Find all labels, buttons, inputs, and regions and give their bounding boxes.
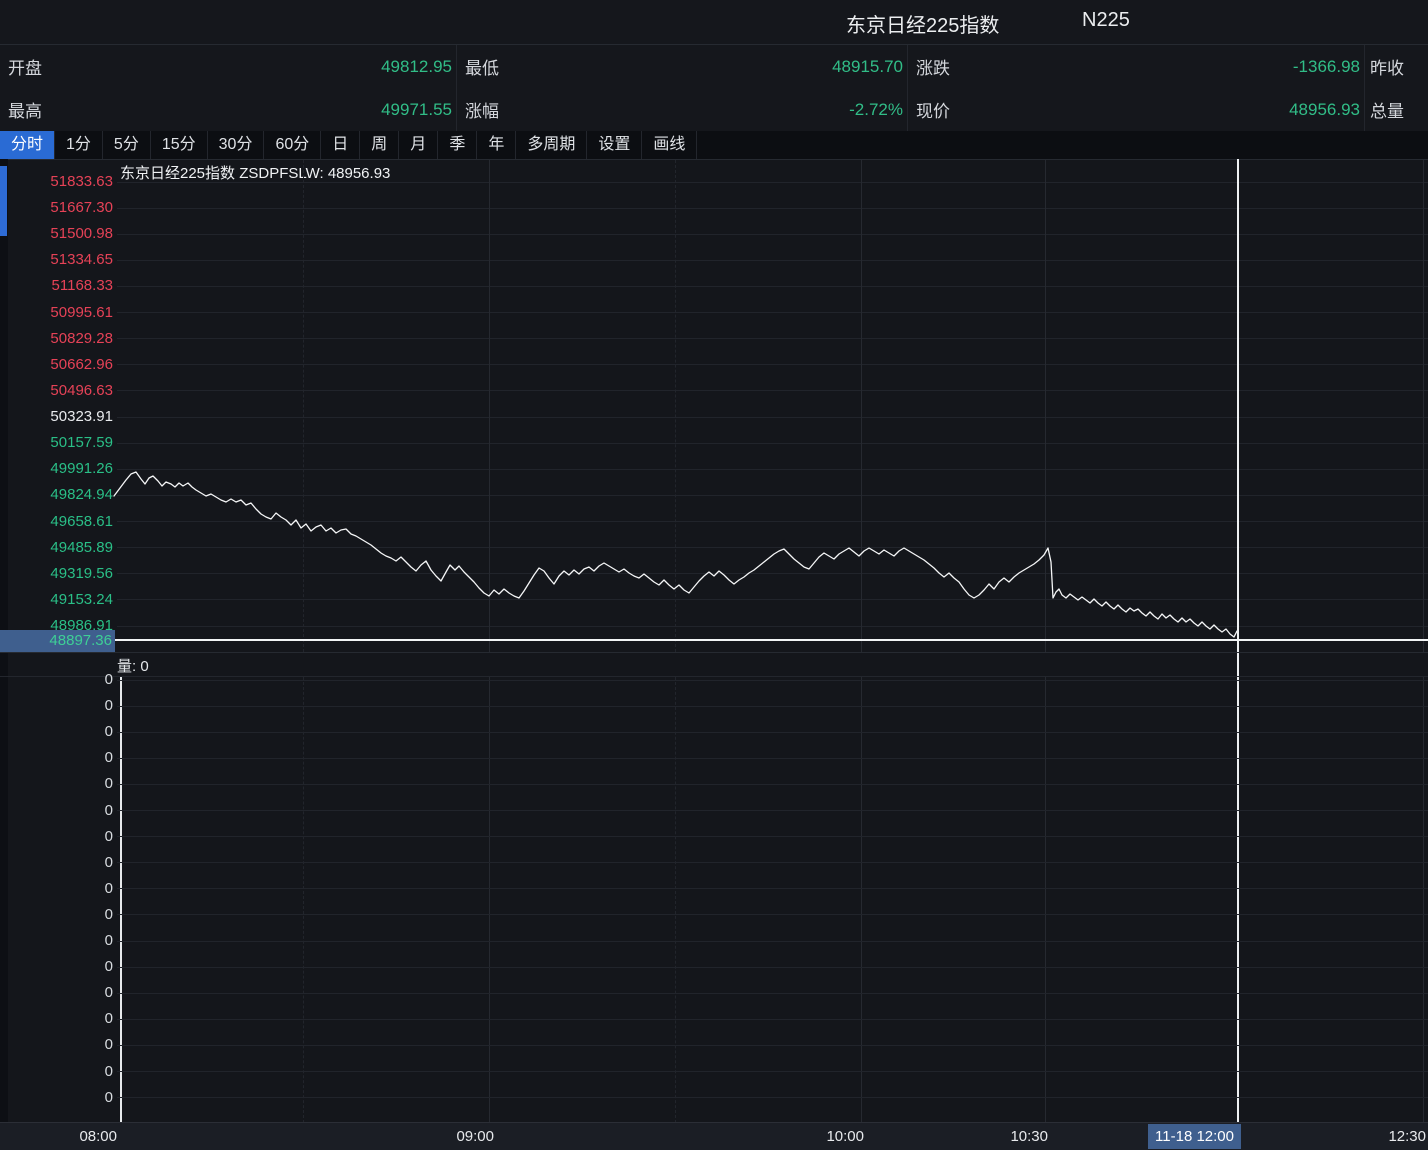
tab-年[interactable]: 年 (477, 131, 516, 159)
time-gridline-v (861, 677, 862, 1123)
x-axis-label: 09:00 (456, 1127, 494, 1147)
cursor-time-label: 11-18 12:00 (1148, 1124, 1241, 1149)
scrollbar-thumb[interactable] (0, 166, 7, 236)
volume-axis-label: 0 (0, 697, 113, 715)
time-gridline-v (1423, 677, 1424, 1123)
tab-季[interactable]: 季 (438, 131, 477, 159)
volume-axis-label: 0 (0, 775, 113, 793)
tab-分时[interactable]: 分时 (0, 131, 55, 159)
volume-gridline-h (117, 836, 1428, 837)
tab-5分[interactable]: 5分 (103, 131, 151, 159)
volume-header: 量: 0 (0, 652, 1428, 677)
volume-axis-label: 0 (0, 932, 113, 950)
stat-change-pct-value: -2.72% (849, 100, 903, 120)
volume-gridline-h (117, 993, 1428, 994)
stat-high-label: 最高 (8, 97, 42, 122)
volume-axis-label: 0 (0, 723, 113, 741)
stat-high: 最高 49971.55 (0, 88, 457, 131)
tab-15分[interactable]: 15分 (151, 131, 208, 159)
volume-axis-label: 0 (0, 854, 113, 872)
quote-stats-panel: 开盘 49812.95 最低 48915.70 涨跌 -1366.98 昨收 最… (0, 45, 1428, 132)
index-name: 东京日经225指数 (846, 9, 999, 38)
tab-多周期[interactable]: 多周期 (516, 131, 587, 159)
stat-low: 最低 48915.70 (457, 45, 908, 88)
stat-high-value: 49971.55 (381, 100, 452, 120)
volume-gridline-h (117, 1097, 1428, 1098)
stats-row-1: 开盘 49812.95 最低 48915.70 涨跌 -1366.98 昨收 (0, 45, 1428, 88)
stat-low-value: 48915.70 (832, 57, 903, 77)
volume-axis-line (120, 677, 122, 1122)
volume-gridline-h (117, 732, 1428, 733)
volume-axis-label: 0 (0, 802, 113, 820)
volume-axis-label: 0 (0, 958, 113, 976)
stat-low-label: 最低 (465, 54, 499, 79)
stat-prev-close-label: 昨收 (1370, 54, 1404, 79)
volume-pane[interactable]: 00000000000000000 (0, 676, 1428, 1123)
volume-gridline-h (117, 1045, 1428, 1046)
volume-axis-label: 0 (0, 1036, 113, 1054)
volume-gridline-h (117, 888, 1428, 889)
time-gridline-v (489, 677, 490, 1123)
volume-gridline-h (117, 680, 1428, 681)
x-axis-label: 10:00 (826, 1127, 864, 1147)
volume-axis-label: 0 (0, 906, 113, 924)
time-axis: 08:00 09:00 10:00 10:30 11-18 12:00 12:30 (0, 1122, 1428, 1150)
volume-gridline-h (117, 706, 1428, 707)
volume-axis-label: 0 (0, 749, 113, 767)
stat-open: 开盘 49812.95 (0, 45, 457, 88)
stat-total-volume-label: 总量 (1370, 97, 1404, 122)
last-price-line (115, 639, 1428, 641)
x-axis-label: 08:00 (79, 1127, 117, 1147)
volume-readout: 量: 0 (117, 655, 149, 676)
x-axis-label: 10:30 (1010, 1127, 1048, 1147)
stat-change-label: 涨跌 (916, 54, 950, 79)
stat-open-value: 49812.95 (381, 57, 452, 77)
volume-gridline-h (117, 1019, 1428, 1020)
volume-gridline-h (117, 862, 1428, 863)
stat-open-label: 开盘 (8, 54, 42, 79)
stat-last-value: 48956.93 (1289, 100, 1360, 120)
tab-60分[interactable]: 60分 (264, 131, 321, 159)
stat-change-pct-label: 涨幅 (465, 97, 499, 122)
stat-change: 涨跌 -1366.98 (908, 45, 1365, 88)
cursor-price-label: 48897.36 (0, 630, 115, 652)
volume-axis-label: 0 (0, 671, 113, 689)
volume-axis-label: 0 (0, 984, 113, 1002)
volume-axis-label: 0 (0, 1063, 113, 1081)
volume-gridline-h (117, 1071, 1428, 1072)
volume-gridline-h (117, 810, 1428, 811)
tab-月[interactable]: 月 (399, 131, 438, 159)
tab-1分[interactable]: 1分 (55, 131, 103, 159)
tab-周[interactable]: 周 (360, 131, 399, 159)
title-bar: 东京日经225指数 N225 (0, 0, 1428, 45)
stats-row-2: 最高 49971.55 涨幅 -2.72% 现价 48956.93 总量 (0, 88, 1428, 131)
stat-prev-close: 昨收 (1365, 45, 1428, 88)
volume-gridline-h (117, 758, 1428, 759)
volume-gridline-h (117, 941, 1428, 942)
volume-axis-label: 0 (0, 1010, 113, 1028)
volume-axis-label: 0 (0, 880, 113, 898)
x-axis-label: 12:30 (1388, 1127, 1426, 1147)
tab-日[interactable]: 日 (321, 131, 360, 159)
time-gridline-v (1045, 677, 1046, 1123)
stat-total-volume: 总量 (1365, 88, 1428, 131)
time-gridline-v (675, 677, 677, 1123)
stat-last-label: 现价 (916, 97, 950, 122)
price-polyline (114, 472, 1237, 637)
volume-axis-label: 0 (0, 1089, 113, 1107)
stat-change-value: -1366.98 (1293, 57, 1360, 77)
period-tab-bar: 分时1分5分15分30分60分日周月季年多周期设置画线 (0, 131, 1428, 160)
index-symbol: N225 (1082, 9, 1130, 32)
volume-axis-label: 0 (0, 828, 113, 846)
volume-gridline-h (117, 914, 1428, 915)
volume-gridline-h (117, 784, 1428, 785)
stat-last: 现价 48956.93 (908, 88, 1365, 131)
volume-gridline-h (117, 967, 1428, 968)
tab-画线[interactable]: 画线 (642, 131, 697, 159)
tab-设置[interactable]: 设置 (587, 131, 642, 159)
price-line-chart (0, 159, 1428, 652)
time-gridline-v (303, 677, 305, 1123)
tab-30分[interactable]: 30分 (208, 131, 265, 159)
stat-change-pct: 涨幅 -2.72% (457, 88, 908, 131)
